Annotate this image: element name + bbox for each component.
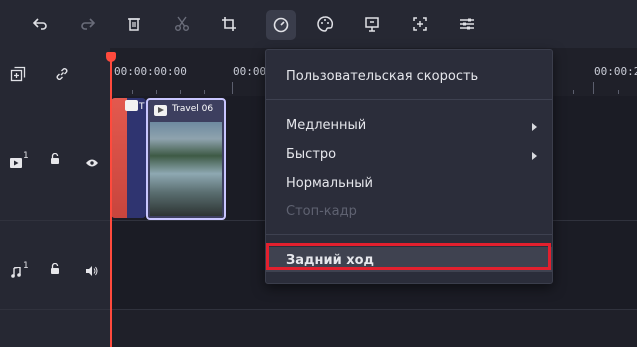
submenu-arrow-icon: [532, 123, 537, 131]
video-track-number: 1: [23, 151, 29, 161]
clip-thumbnail: [111, 98, 127, 218]
menu-item-custom-speed[interactable]: Пользовательская скорость: [286, 69, 478, 84]
ruler-tick: [180, 90, 181, 94]
clip-thumbnail: [150, 122, 222, 216]
menu-separator: [266, 234, 552, 235]
video-clip-selected[interactable]: Travel 06: [146, 98, 226, 220]
video-track-visibility-icon[interactable]: [86, 152, 98, 171]
clip-title: Travel 06: [172, 104, 214, 114]
ruler-tick: [618, 90, 619, 94]
submenu-arrow-icon: [532, 152, 537, 160]
video-track-lock-icon[interactable]: [50, 150, 60, 169]
menu-item-normal[interactable]: Нормальный: [286, 176, 373, 191]
screen-icon[interactable]: [410, 14, 430, 34]
timecode-label: 00:00: [233, 65, 267, 78]
crop-icon[interactable]: [219, 14, 239, 34]
menu-item-slow[interactable]: Медленный: [286, 118, 366, 133]
track-divider: [0, 309, 637, 310]
undo-icon[interactable]: [30, 14, 50, 34]
empty-track-area: [110, 310, 637, 347]
timecode-label: 00:00:2: [594, 65, 637, 78]
playhead[interactable]: [110, 58, 112, 347]
highlight-annotation-box: [266, 243, 551, 270]
ruler-tick: [593, 82, 594, 94]
ruler-tick: [573, 90, 574, 94]
redo-icon[interactable]: [78, 14, 98, 34]
voiceover-icon[interactable]: [362, 14, 382, 34]
delete-icon[interactable]: [124, 14, 144, 34]
adjust-icon[interactable]: [457, 14, 477, 34]
menu-separator: [266, 99, 552, 100]
clip-title: T: [139, 102, 145, 112]
menu-item-freeze-frame: Стоп-кадр: [286, 204, 357, 219]
audio-track-number: 1: [23, 261, 29, 271]
ruler-tick: [132, 90, 133, 94]
play-badge-icon: [154, 105, 167, 116]
link-icon[interactable]: [54, 66, 70, 86]
cut-icon[interactable]: [172, 14, 192, 34]
audio-track-volume-icon[interactable]: [86, 261, 98, 280]
playhead-handle[interactable]: [106, 52, 116, 62]
timecode-label: 00:00:00:00: [114, 65, 187, 78]
ruler-tick: [204, 90, 205, 94]
track-header-panel: 1 1: [0, 48, 110, 347]
audio-track-icon: [11, 263, 21, 282]
add-track-icon[interactable]: [10, 66, 26, 86]
audio-track-lock-icon[interactable]: [50, 260, 60, 279]
video-track-icon: [10, 153, 22, 172]
play-badge-icon: [125, 100, 138, 111]
ruler-tick: [232, 82, 233, 94]
menu-item-fast[interactable]: Быстро: [286, 147, 336, 162]
video-clip[interactable]: T: [111, 98, 146, 218]
color-icon[interactable]: [315, 14, 335, 34]
ruler-tick: [156, 90, 157, 94]
speed-icon[interactable]: [266, 10, 296, 40]
toolbar: [0, 0, 637, 48]
